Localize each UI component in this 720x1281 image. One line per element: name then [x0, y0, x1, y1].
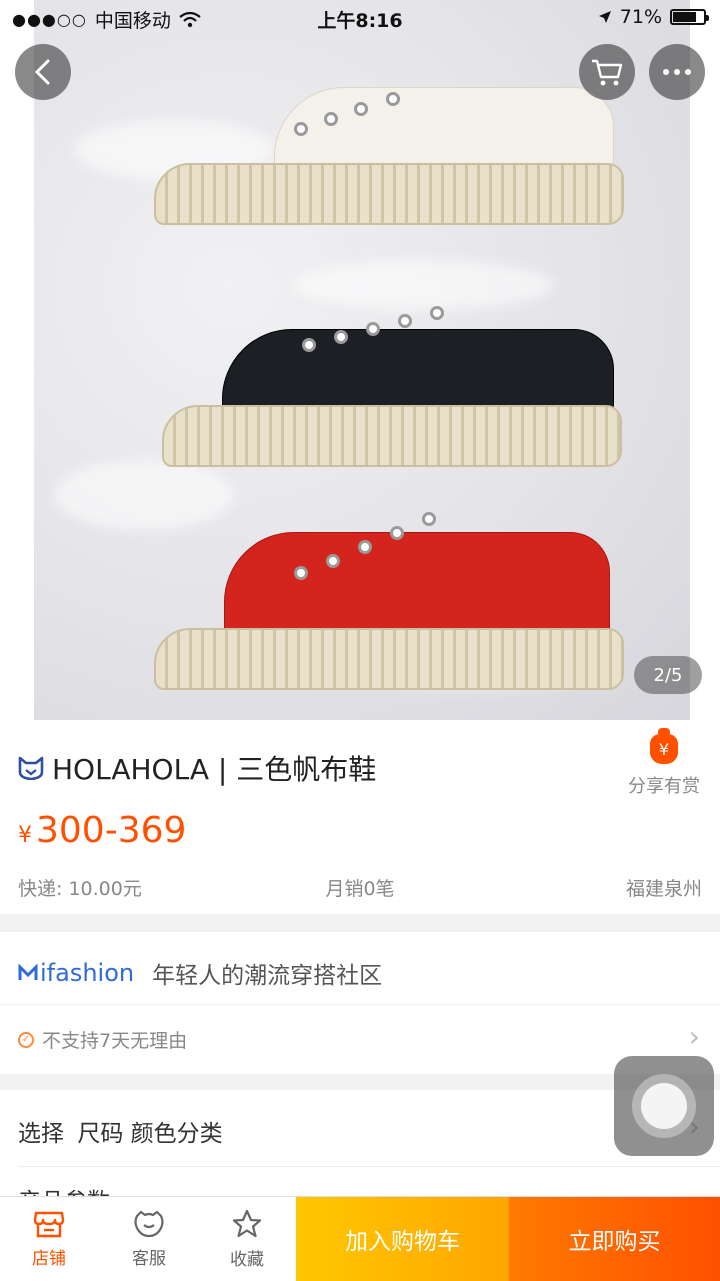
- return-policy-text: 不支持7天无理由: [42, 1030, 188, 1052]
- tab-store-label: 店铺: [32, 1248, 66, 1269]
- options-card: 选择 尺码 颜色分类 › 产品参数: [0, 1090, 720, 1215]
- check-circle-icon: ✓: [18, 1031, 34, 1048]
- buy-now-button[interactable]: 立即购买: [509, 1197, 720, 1281]
- cart-button[interactable]: [579, 44, 635, 100]
- store-icon: [33, 1211, 65, 1237]
- share-reward-button[interactable]: ¥ 分享有赏: [622, 728, 706, 798]
- chevron-left-icon: [34, 59, 50, 85]
- chevron-right-icon: ›: [688, 1020, 700, 1053]
- location-arrow-icon: [598, 11, 611, 23]
- money-bag-icon: ¥: [650, 728, 678, 764]
- price-range: 300-369: [36, 810, 187, 851]
- add-to-cart-button[interactable]: 加入购物车: [296, 1197, 509, 1281]
- white-sneaker: [154, 40, 624, 225]
- select-label: 选择: [18, 1121, 64, 1147]
- ifashion-logo-text: ifashion: [40, 959, 135, 987]
- service-icon: [134, 1210, 164, 1237]
- product-price: ¥300-369: [18, 810, 186, 851]
- tab-store[interactable]: 店铺: [0, 1197, 98, 1281]
- product-title: HOLAHOLA | 三色帆布鞋: [52, 753, 377, 786]
- tmall-cat-icon: [18, 756, 44, 780]
- star-icon: [232, 1209, 262, 1237]
- more-dots-icon: [663, 69, 691, 75]
- select-options-text: 尺码 颜色分类: [77, 1121, 223, 1147]
- ifashion-logo[interactable]: ifashion: [18, 959, 134, 987]
- more-button[interactable]: [649, 44, 705, 100]
- tab-service-label: 客服: [132, 1248, 166, 1269]
- back-button[interactable]: [15, 44, 71, 100]
- cart-icon: [592, 59, 623, 86]
- product-image-carousel[interactable]: 2/5: [0, 0, 720, 720]
- ifashion-m-icon: [18, 964, 38, 980]
- tab-favorite-label: 收藏: [230, 1249, 264, 1270]
- return-policy-row[interactable]: ✓ 不支持7天无理由: [18, 1026, 187, 1053]
- ship-from-location: 福建泉州: [625, 878, 702, 900]
- product-photo: [34, 0, 690, 720]
- status-bar: ●●●○○ 中国移动 上午8:16 71%: [0, 0, 720, 36]
- bottom-action-bar: 店铺 客服 收藏 加入购物车 立即购买: [0, 1196, 720, 1281]
- product-info-card: HOLAHOLA | 三色帆布鞋 ¥ 分享有赏 ¥300-369 快递: 10.…: [0, 720, 720, 914]
- battery-percent: 71%: [619, 6, 662, 28]
- image-counter: 2/5: [634, 656, 702, 694]
- assistive-touch-button[interactable]: [614, 1056, 714, 1156]
- share-reward-label: 分享有赏: [628, 776, 700, 797]
- tab-customer-service[interactable]: 客服: [100, 1197, 198, 1281]
- ifashion-tagline: 年轻人的潮流穿搭社区: [152, 963, 383, 989]
- currency-symbol: ¥: [18, 823, 32, 848]
- battery-icon: [670, 9, 709, 25]
- monthly-sales: 月销0笔: [325, 878, 395, 900]
- select-options-row[interactable]: 选择 尺码 颜色分类: [18, 1114, 229, 1148]
- black-sneaker: [162, 282, 622, 467]
- tab-favorite[interactable]: 收藏: [198, 1197, 296, 1281]
- ifashion-card: ifashion 年轻人的潮流穿搭社区 ✓ 不支持7天无理由 ›: [0, 932, 720, 1074]
- red-sneaker: [154, 480, 624, 690]
